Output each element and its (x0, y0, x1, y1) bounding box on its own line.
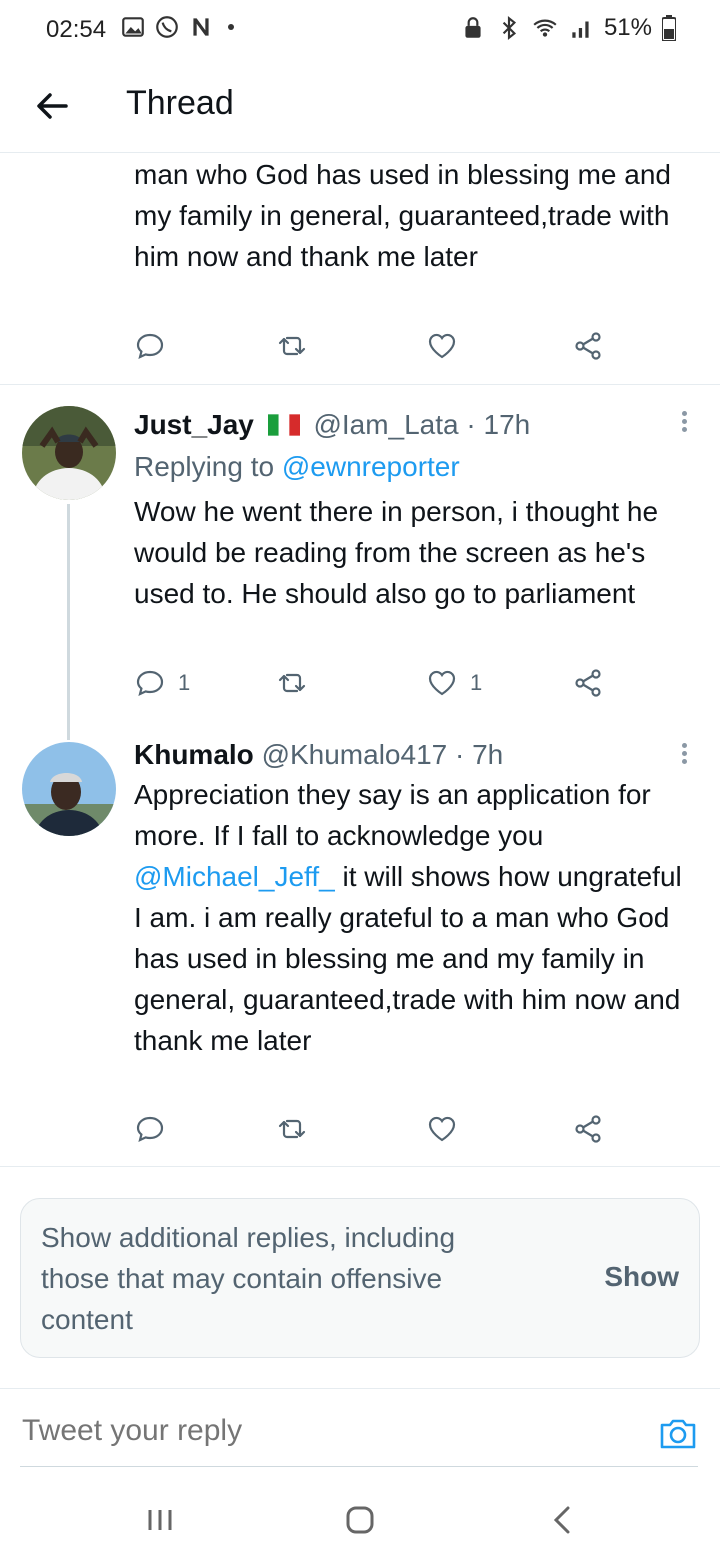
tweet-time: 7h (472, 739, 504, 770)
retweet-button[interactable] (276, 330, 308, 362)
reply-icon (136, 670, 164, 696)
like-button[interactable]: 1 (426, 667, 482, 699)
system-nav-bar (0, 1480, 720, 1560)
like-button[interactable] (426, 1113, 458, 1145)
tweet-header: Just_Jay @Iam_Lata · 17h (134, 408, 530, 442)
reply-bar (0, 1388, 720, 1469)
reply-icon (136, 333, 164, 359)
display-name[interactable]: Khumalo (134, 739, 254, 770)
replying-to: Replying to @ewnreporter (134, 450, 460, 484)
heart-icon (428, 333, 456, 359)
home-icon[interactable] (340, 1500, 380, 1540)
like-count: 1 (470, 670, 483, 695)
share-icon (575, 1115, 601, 1143)
reply-button[interactable] (134, 1113, 166, 1145)
back-nav-icon[interactable] (542, 1500, 582, 1540)
avatar-photo (22, 406, 116, 500)
retweet-button[interactable] (276, 667, 308, 699)
replying-to-handle[interactable]: @ewnreporter (282, 451, 460, 482)
share-button[interactable] (572, 1113, 604, 1145)
page-title: Thread (126, 84, 234, 122)
whatsapp-icon (156, 16, 178, 38)
reply-input[interactable] (20, 1413, 584, 1449)
share-button[interactable] (572, 330, 604, 362)
retweet-icon (278, 1119, 306, 1139)
replying-prefix: Replying to (134, 451, 282, 482)
reply-button[interactable]: 1 (134, 667, 190, 699)
show-button[interactable]: Show (604, 1261, 679, 1293)
tweet-text: Wow he went there in person, i thought h… (134, 496, 659, 609)
italy-flag-icon (267, 414, 300, 436)
reply-underline (20, 1466, 698, 1467)
separator-dot: · (466, 409, 476, 440)
notification-dot (228, 24, 234, 30)
separator-dot: · (455, 739, 465, 770)
more-options-icon[interactable] (678, 740, 690, 768)
heart-icon (428, 670, 456, 696)
tweet-actions: 1 1 (134, 667, 614, 707)
divider (0, 1166, 720, 1167)
display-name[interactable]: Just_Jay (134, 409, 254, 440)
retweet-icon (278, 673, 306, 693)
app-bar: Thread (0, 60, 720, 153)
reply-count: 1 (178, 670, 191, 695)
tweet-time: 17h (483, 409, 531, 440)
reply-icon (136, 1116, 164, 1142)
retweet-button[interactable] (276, 1113, 308, 1145)
avatar[interactable] (22, 406, 116, 500)
share-button[interactable] (572, 667, 604, 699)
additional-replies-text: Show additional replies, including those… (41, 1222, 456, 1335)
recent-apps-icon[interactable] (140, 1500, 180, 1540)
n-app-icon (193, 18, 209, 36)
thread-connector-line (67, 504, 70, 740)
tweet-actions (134, 330, 614, 370)
additional-replies-box: Show additional replies, including those… (20, 1198, 700, 1358)
tweet-header: Khumalo @Khumalo417 · 7h (134, 738, 503, 772)
battery-percent: 51% (603, 14, 652, 41)
status-notification-icons (120, 14, 234, 40)
wifi-icon (533, 19, 557, 37)
gallery-icon (122, 17, 144, 37)
tweet-text-partial: man who God has used in blessing me and … (134, 159, 671, 272)
user-handle[interactable]: @Iam_Lata (313, 409, 458, 440)
divider (0, 384, 720, 385)
tweet-text-part: Appreciation they say is an application … (134, 779, 651, 851)
retweet-icon (278, 336, 306, 356)
mention-link[interactable]: @Michael_Jeff_ (134, 861, 335, 892)
avatar-photo (22, 742, 116, 836)
camera-icon[interactable] (658, 1413, 698, 1453)
bluetooth-icon (502, 15, 516, 41)
status-system-icons: 51% (460, 14, 676, 42)
back-arrow-icon[interactable] (30, 84, 74, 128)
tweet-text: Appreciation they say is an application … (134, 774, 694, 1061)
signal-icon (572, 21, 589, 38)
status-bar: 02:54 51% (0, 0, 720, 60)
avatar[interactable] (22, 742, 116, 836)
heart-icon (428, 1116, 456, 1142)
status-time: 02:54 (46, 16, 107, 43)
reply-button[interactable] (134, 330, 166, 362)
more-options-icon[interactable] (678, 408, 690, 436)
user-handle[interactable]: @Khumalo417 (262, 739, 448, 770)
share-icon (575, 669, 601, 697)
lock-icon (465, 17, 481, 38)
battery-icon (662, 15, 676, 41)
share-icon (575, 332, 601, 360)
tweet-actions (134, 1113, 614, 1153)
like-button[interactable] (426, 330, 458, 362)
